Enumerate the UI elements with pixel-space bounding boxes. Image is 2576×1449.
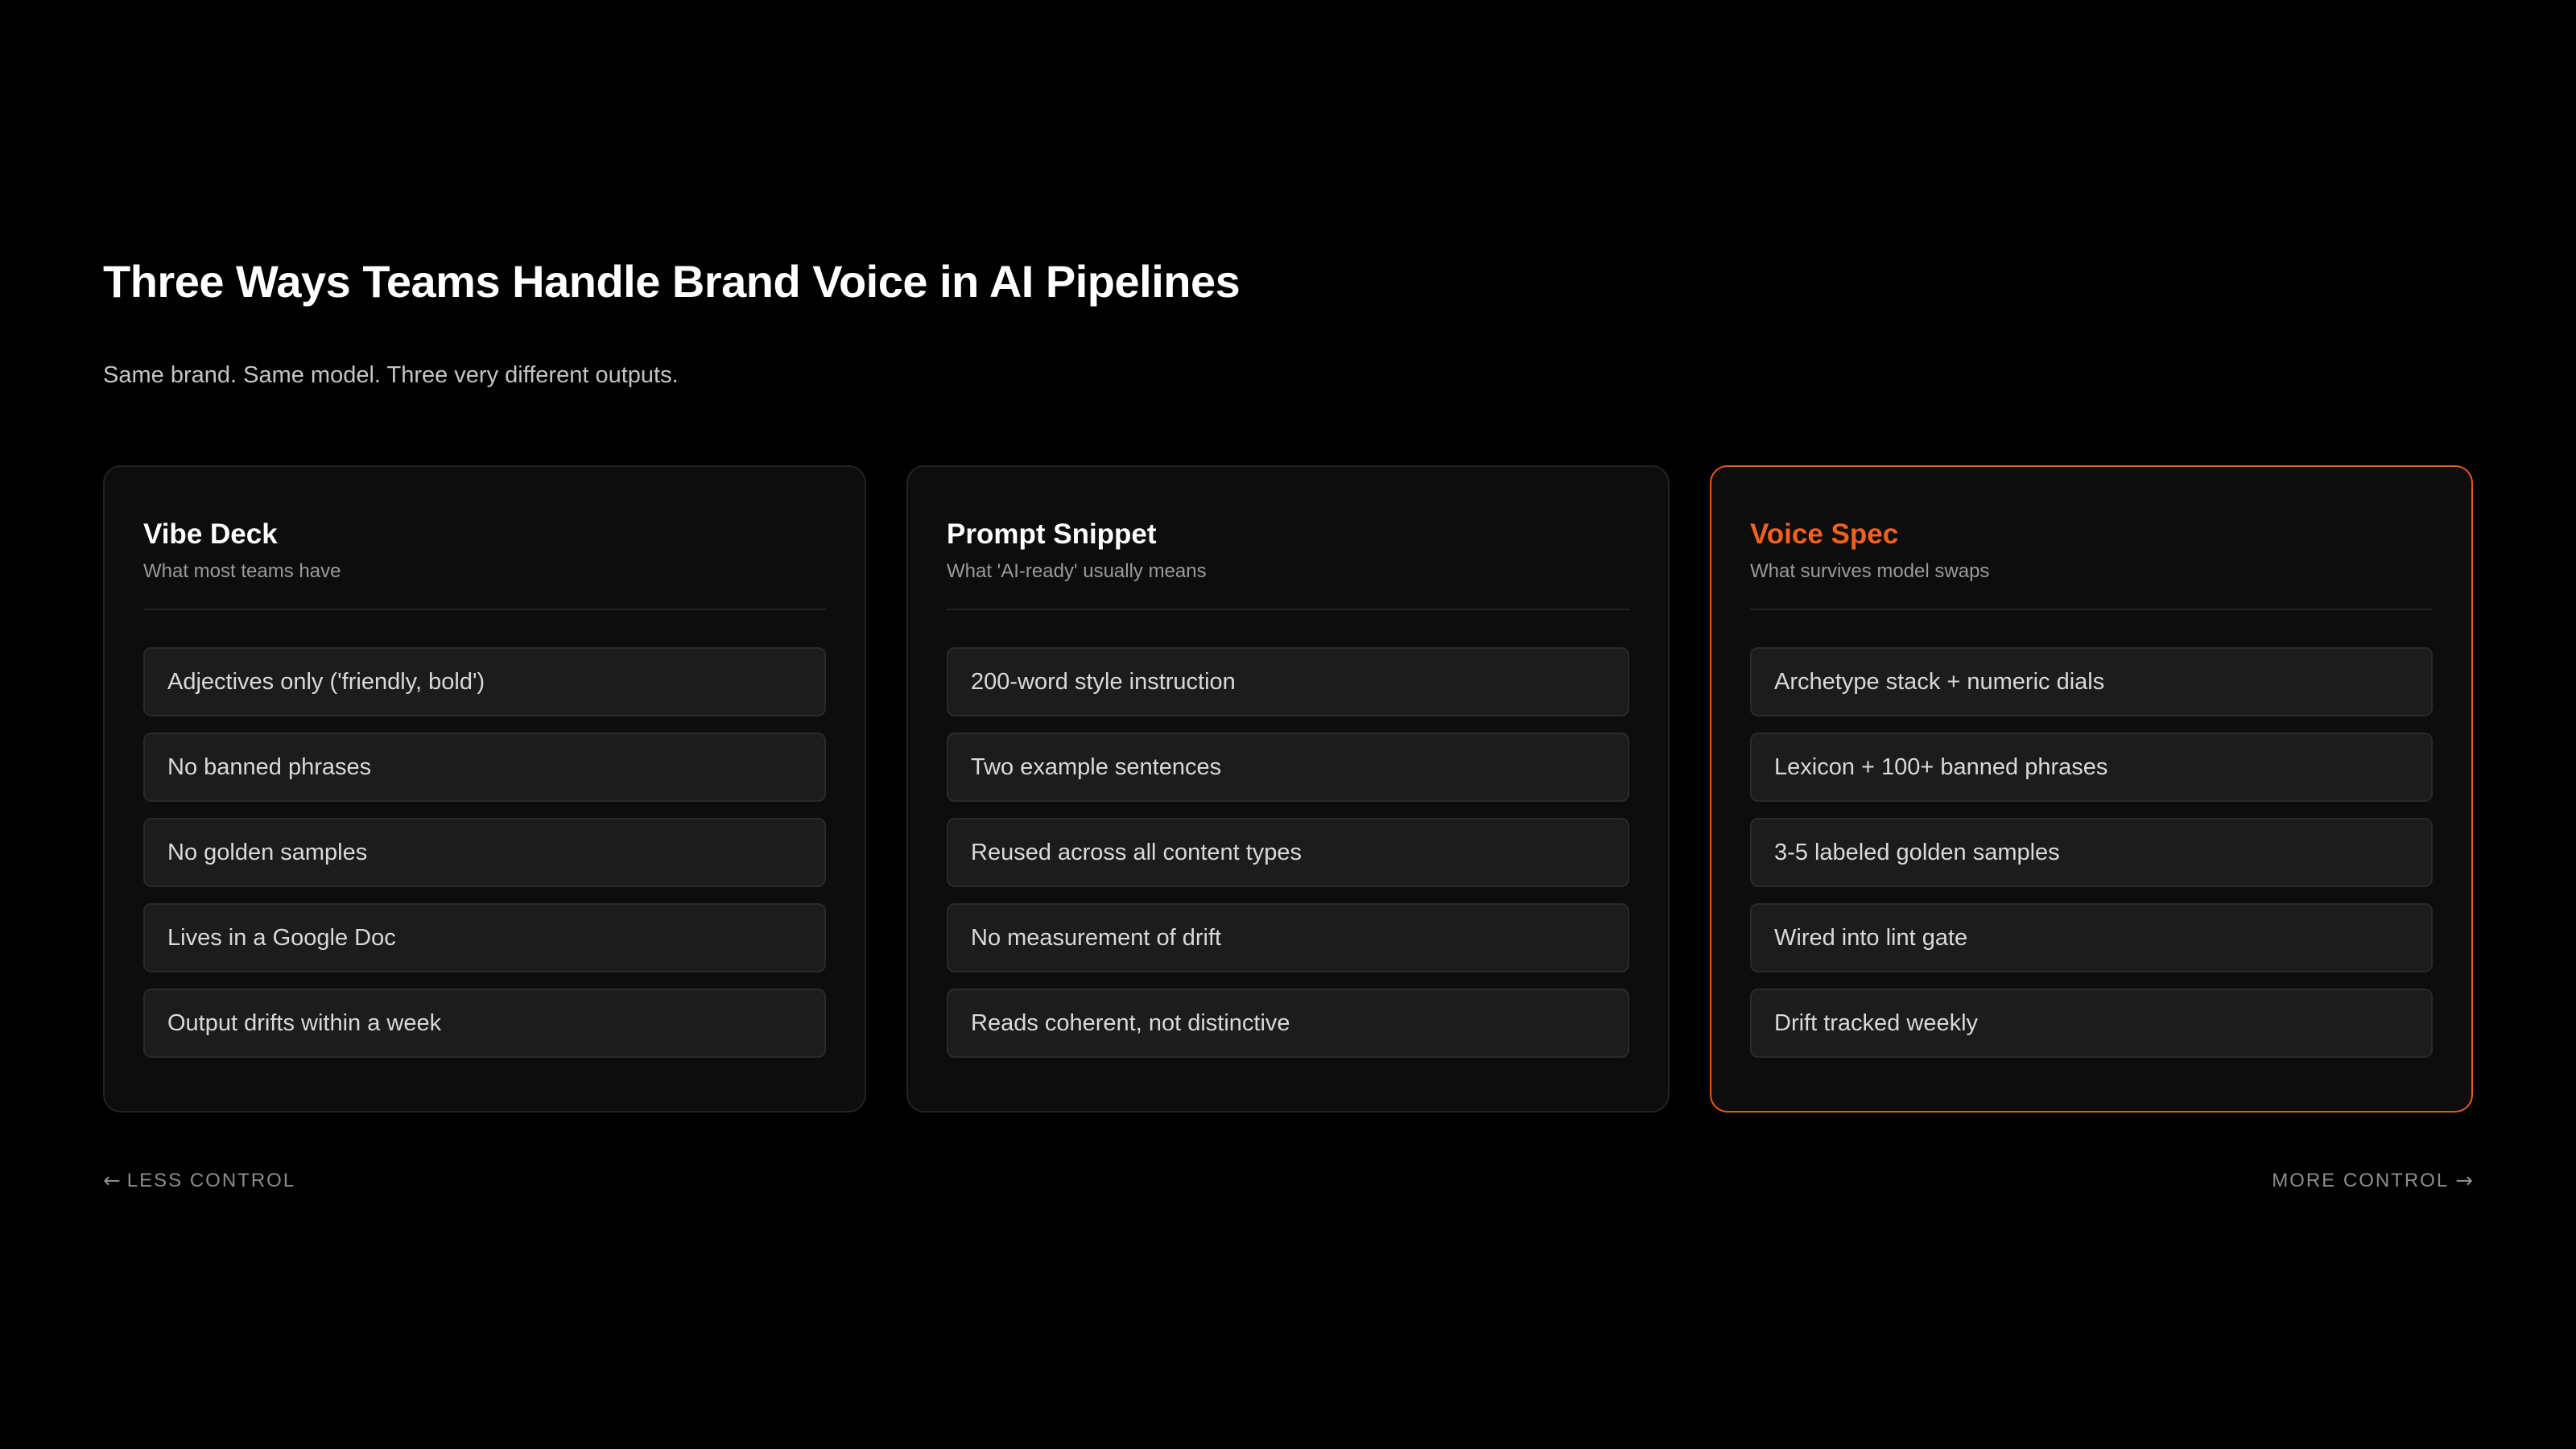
list-item: No measurement of drift	[947, 903, 1629, 972]
card-subtitle: What 'AI-ready' usually means	[947, 560, 1207, 582]
card-subtitle: What most teams have	[143, 560, 341, 582]
list-item: Output drifts within a week	[143, 989, 826, 1058]
card-title: Voice Spec	[1750, 518, 1899, 550]
list-item: Drift tracked weekly	[1750, 989, 2433, 1058]
card-divider	[1750, 609, 2433, 610]
slide: Three Ways Teams Handle Brand Voice in A…	[0, 0, 2576, 1449]
comparison-cards: Vibe Deck What most teams have Adjective…	[103, 465, 2473, 1113]
list-item: Two example sentences	[947, 733, 1629, 802]
list-item: Wired into lint gate	[1750, 903, 2433, 972]
card-title: Vibe Deck	[143, 518, 278, 550]
list-item: Reused across all content types	[947, 818, 1629, 887]
list-item: Lives in a Google Doc	[143, 903, 826, 972]
card-voice-spec: Voice Spec What survives model swaps Arc…	[1710, 465, 2473, 1113]
card-subtitle: What survives model swaps	[1750, 560, 1990, 582]
page-subtitle: Same brand. Same model. Three very diffe…	[103, 362, 679, 388]
list-item: Archetype stack + numeric dials	[1750, 647, 2433, 716]
more-control-text: MORE CONTROL	[2272, 1170, 2450, 1191]
less-control-label: ← LESS CONTROL	[103, 1167, 295, 1195]
list-item: No banned phrases	[143, 733, 826, 802]
list-item: Lexicon + 100+ banned phrases	[1750, 733, 2433, 802]
card-item-list: Adjectives only ('friendly, bold') No ba…	[143, 647, 826, 1058]
list-item: 3-5 labeled golden samples	[1750, 818, 2433, 887]
card-divider	[947, 609, 1629, 610]
list-item: Adjectives only ('friendly, bold')	[143, 647, 826, 716]
less-control-text: LESS CONTROL	[126, 1170, 296, 1191]
card-divider	[143, 609, 826, 610]
card-title: Prompt Snippet	[947, 518, 1157, 550]
card-vibe-deck: Vibe Deck What most teams have Adjective…	[103, 465, 866, 1113]
page-title: Three Ways Teams Handle Brand Voice in A…	[103, 256, 1241, 307]
card-item-list: Archetype stack + numeric dials Lexicon …	[1750, 647, 2433, 1058]
card-item-list: 200-word style instruction Two example s…	[947, 647, 1629, 1058]
card-prompt-snippet: Prompt Snippet What 'AI-ready' usually m…	[906, 465, 1670, 1113]
arrow-left-icon: ←	[103, 1169, 121, 1193]
list-item: Reads coherent, not distinctive	[947, 989, 1629, 1058]
list-item: 200-word style instruction	[947, 647, 1629, 716]
list-item: No golden samples	[143, 818, 826, 887]
more-control-label: MORE CONTROL →	[2272, 1167, 2473, 1195]
arrow-right-icon: →	[2455, 1169, 2473, 1193]
